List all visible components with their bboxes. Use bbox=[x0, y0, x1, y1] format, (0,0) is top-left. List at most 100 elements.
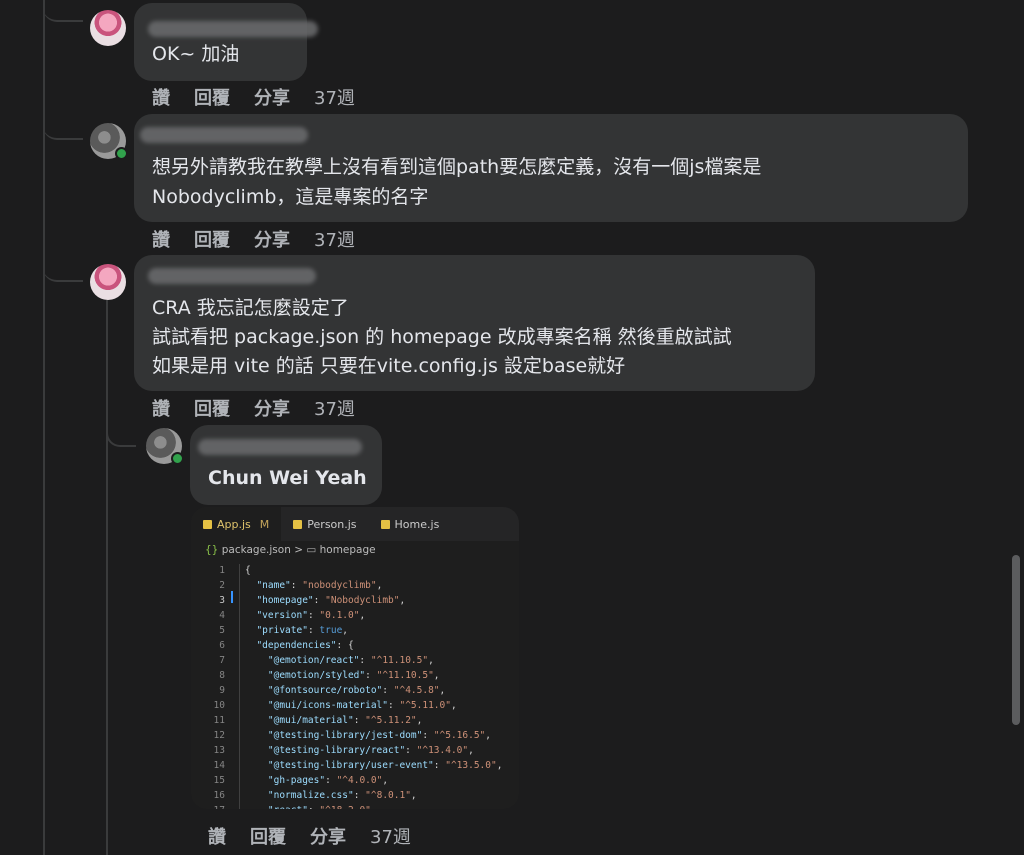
scrollbar-thumb[interactable] bbox=[1012, 555, 1020, 725]
code-text: "normalize.css": "^8.0.1", bbox=[267, 790, 417, 801]
code-text: { bbox=[245, 565, 251, 576]
line-number: 2 bbox=[219, 580, 225, 591]
share-button[interactable]: 分享 bbox=[254, 226, 290, 252]
author-name-redacted[interactable] bbox=[198, 439, 362, 455]
line-number: 16 bbox=[213, 790, 225, 801]
reply-button[interactable]: 回覆 bbox=[250, 823, 286, 849]
breadcrumb: {} package.json > ▭ homepage bbox=[191, 541, 519, 565]
comment-text-line: 試試看把 package.json 的 homepage 改成專案名稱 然後重啟… bbox=[152, 326, 732, 348]
comment-actions: 讚 回覆 分享 37週 bbox=[152, 395, 355, 421]
avatar[interactable] bbox=[90, 264, 126, 300]
code-line: 15 "gh-pages": "^4.0.0", bbox=[191, 775, 519, 790]
timestamp[interactable]: 37週 bbox=[314, 395, 355, 421]
comment-text: OK~ 加油 bbox=[152, 43, 240, 65]
timestamp[interactable]: 37週 bbox=[370, 823, 411, 849]
breadcrumb-file: package.json bbox=[221, 544, 291, 556]
like-button[interactable]: 讚 bbox=[152, 84, 170, 110]
comment-text-line: Nobodyclimb，這是專案的名字 bbox=[152, 186, 429, 208]
comment-text-line: 想另外請教我在教學上沒有看到這個path要怎麼定義，沒有一個js檔案是 bbox=[152, 156, 762, 178]
line-number: 9 bbox=[219, 685, 225, 696]
tab-person-js: Person.js bbox=[281, 507, 368, 541]
json-file-icon: {} bbox=[205, 544, 219, 556]
online-status-icon bbox=[115, 147, 128, 160]
line-number: 13 bbox=[213, 745, 225, 756]
comment-bubble: Chun Wei Yeah bbox=[190, 425, 382, 505]
thread-connector bbox=[43, 262, 83, 282]
line-number: 7 bbox=[219, 655, 225, 666]
share-button[interactable]: 分享 bbox=[254, 84, 290, 110]
comment-actions: 讚 回覆 分享 37週 bbox=[152, 226, 355, 252]
code-line: 17 "react": "^18.2.0", bbox=[191, 805, 519, 809]
code-text: "@fontsource/roboto": "^4.5.8", bbox=[267, 685, 446, 696]
js-file-icon bbox=[203, 519, 212, 529]
like-button[interactable]: 讚 bbox=[208, 823, 226, 849]
line-number: 1 bbox=[219, 565, 225, 576]
line-number: 12 bbox=[213, 730, 225, 741]
reply-button[interactable]: 回覆 bbox=[194, 226, 230, 252]
code-text: "name": "nobodyclimb", bbox=[256, 580, 383, 591]
code-text: "@mui/icons-material": "^5.11.0", bbox=[267, 700, 457, 711]
comment-bubble: 想另外請教我在教學上沒有看到這個path要怎麼定義，沒有一個js檔案是 Nobo… bbox=[134, 114, 968, 222]
thread-connector bbox=[106, 425, 136, 447]
code-text: "@testing-library/jest-dom": "^5.16.5", bbox=[267, 730, 492, 741]
attached-code-screenshot[interactable]: App.js M Person.js Home.js {} package.js… bbox=[191, 507, 519, 809]
comment-text-line: 如果是用 vite 的話 只要在vite.config.js 設定base就好 bbox=[152, 355, 626, 377]
code-line: 11 "@mui/material": "^5.11.2", bbox=[191, 715, 519, 730]
reply-button[interactable]: 回覆 bbox=[194, 84, 230, 110]
line-number: 10 bbox=[213, 700, 225, 711]
author-name-redacted[interactable] bbox=[140, 127, 308, 143]
code-line: 12 "@testing-library/jest-dom": "^5.16.5… bbox=[191, 730, 519, 745]
code-line: 2 "name": "nobodyclimb", bbox=[191, 580, 519, 595]
code-line: 14 "@testing-library/user-event": "^13.5… bbox=[191, 760, 519, 775]
js-file-icon bbox=[380, 519, 390, 529]
mentioned-user-link[interactable]: Chun Wei Yeah bbox=[208, 463, 367, 493]
code-line: 4 "version": "0.1.0", bbox=[191, 610, 519, 625]
tab-label: Home.js bbox=[394, 517, 440, 531]
share-button[interactable]: 分享 bbox=[254, 395, 290, 421]
code-line: 3 "homepage": "Nobodyclimb", bbox=[191, 595, 519, 610]
code-text: "gh-pages": "^4.0.0", bbox=[267, 775, 389, 786]
code-line: 6 "dependencies": { bbox=[191, 640, 519, 655]
author-name-redacted[interactable] bbox=[148, 21, 318, 37]
code-text: "@emotion/react": "^11.10.5", bbox=[267, 655, 434, 666]
code-text: "version": "0.1.0", bbox=[256, 610, 366, 621]
line-number: 3 bbox=[219, 595, 225, 606]
timestamp[interactable]: 37週 bbox=[314, 226, 355, 252]
code-text: "@emotion/styled": "^11.10.5", bbox=[267, 670, 440, 681]
code-text: "private": true, bbox=[256, 625, 349, 636]
code-text: "@mui/material": "^5.11.2", bbox=[267, 715, 423, 726]
line-number: 15 bbox=[213, 775, 225, 786]
tab-home-js: Home.js bbox=[369, 507, 452, 541]
line-number: 8 bbox=[219, 670, 225, 681]
code-text: "@testing-library/react": "^13.4.0", bbox=[267, 745, 474, 756]
avatar[interactable] bbox=[90, 10, 126, 46]
timestamp[interactable]: 37週 bbox=[314, 84, 355, 110]
reply-button[interactable]: 回覆 bbox=[194, 395, 230, 421]
tab-app-js: App.js M bbox=[191, 507, 282, 541]
symbol-icon: ▭ bbox=[306, 544, 317, 556]
modified-badge: M bbox=[259, 517, 270, 531]
code-line: 5 "private": true, bbox=[191, 625, 519, 640]
line-number: 11 bbox=[213, 715, 225, 726]
like-button[interactable]: 讚 bbox=[152, 226, 170, 252]
code-line: 9 "@fontsource/roboto": "^4.5.8", bbox=[191, 685, 519, 700]
code-text: "homepage": "Nobodyclimb", bbox=[256, 595, 406, 606]
editor-tab-bar: App.js M Person.js Home.js bbox=[191, 507, 519, 541]
tab-label: App.js bbox=[217, 517, 251, 531]
thread-connector bbox=[43, 0, 83, 22]
breadcrumb-symbol: homepage bbox=[319, 544, 376, 556]
comment-bubble: CRA 我忘記怎麼設定了 試試看把 package.json 的 homepag… bbox=[134, 255, 815, 391]
comment-bubble: OK~ 加油 bbox=[134, 3, 318, 81]
thread-connector bbox=[43, 120, 83, 140]
comment-text-line: CRA 我忘記怎麼設定了 bbox=[152, 297, 349, 319]
code-line: 8 "@emotion/styled": "^11.10.5", bbox=[191, 670, 519, 685]
like-button[interactable]: 讚 bbox=[152, 395, 170, 421]
author-name-redacted[interactable] bbox=[148, 268, 316, 284]
code-line: 1{ bbox=[191, 565, 519, 580]
breadcrumb-separator: > bbox=[294, 544, 304, 556]
code-line: 7 "@emotion/react": "^11.10.5", bbox=[191, 655, 519, 670]
share-button[interactable]: 分享 bbox=[310, 823, 346, 849]
code-text: "@testing-library/user-event": "^13.5.0"… bbox=[267, 760, 503, 771]
code-line: 13 "@testing-library/react": "^13.4.0", bbox=[191, 745, 519, 760]
code-line: 10 "@mui/icons-material": "^5.11.0", bbox=[191, 700, 519, 715]
